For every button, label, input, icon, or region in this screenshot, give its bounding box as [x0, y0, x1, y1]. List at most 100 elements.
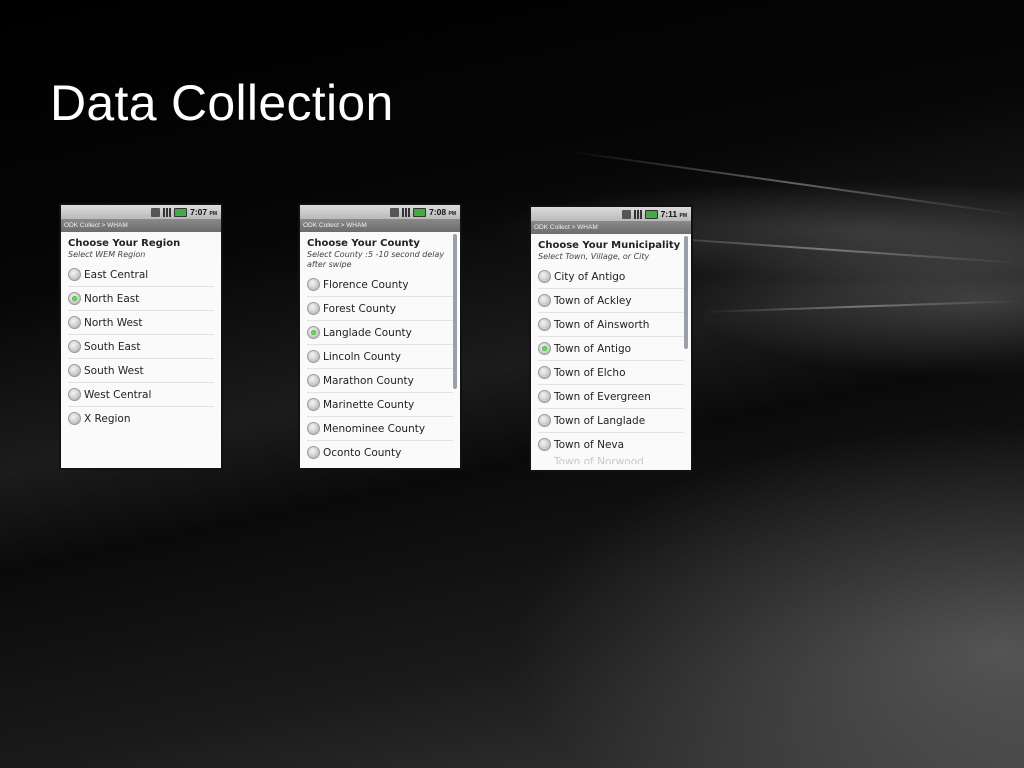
option-label: Town of Elcho	[554, 366, 626, 379]
radio-button[interactable]	[68, 364, 81, 377]
slide-title: Data Collection	[50, 75, 394, 131]
app-title-bar: ODK Collect > WHAM	[300, 219, 460, 232]
form-content: Choose Your Region Select WEM Region Eas…	[61, 232, 221, 430]
option-label: Florence County	[323, 278, 409, 291]
question-hint: Select Town, Village, or City	[538, 252, 650, 261]
option-label: North East	[84, 292, 140, 305]
radio-button[interactable]	[538, 366, 551, 379]
radio-button-selected[interactable]	[307, 326, 320, 339]
radio-button[interactable]	[307, 422, 320, 435]
option-label: Marinette County	[323, 398, 415, 411]
option-x-region[interactable]: X Region	[68, 407, 214, 430]
radio-button[interactable]	[538, 294, 551, 307]
option-florence-county[interactable]: Florence County	[307, 273, 453, 297]
phone-screen-region: 7:07 PM ODK Collect > WHAM Choose Your R…	[61, 205, 221, 468]
question-title: Choose Your County	[307, 238, 420, 249]
battery-icon	[413, 207, 427, 217]
form-content: Choose Your County Select County :5 -10 …	[300, 232, 460, 464]
option-marathon-county[interactable]: Marathon County	[307, 369, 453, 393]
option-label: Langlade County	[323, 326, 412, 339]
option-label: X Region	[84, 412, 131, 425]
radio-button[interactable]	[307, 398, 320, 411]
phone-screen-county: 7:08 PM ODK Collect > WHAM Choose Your C…	[300, 205, 460, 468]
radio-button[interactable]	[68, 412, 81, 425]
option-label: Town of Neva	[554, 438, 625, 451]
option-label: Forest County	[323, 302, 396, 315]
radio-button[interactable]	[307, 446, 320, 459]
option-label: Marathon County	[323, 374, 414, 387]
option-east-central[interactable]: East Central	[68, 263, 214, 287]
option-town-of-ackley[interactable]: Town of Ackley	[538, 289, 684, 313]
signal-icon	[163, 207, 172, 217]
question-hint: Select County :5 -10 second delay after …	[307, 250, 445, 269]
option-label: South West	[84, 364, 144, 377]
scrollbar[interactable]	[453, 234, 457, 389]
option-langlade-county[interactable]: Langlade County	[307, 321, 453, 345]
status-bar: 7:07 PM	[61, 205, 221, 219]
option-north-east[interactable]: North East	[68, 287, 214, 311]
sd-card-icon	[151, 207, 161, 217]
status-time: 7:11 PM	[660, 209, 687, 219]
option-label: Town of Ackley	[554, 294, 632, 307]
option-label: City of Antigo	[554, 270, 626, 283]
option-label: East Central	[84, 268, 149, 281]
option-south-west[interactable]: South West	[68, 359, 214, 383]
option-north-west[interactable]: North West	[68, 311, 214, 335]
option-west-central[interactable]: West Central	[68, 383, 214, 407]
radio-button[interactable]	[538, 438, 551, 451]
option-town-of-neva[interactable]: Town of Neva	[538, 433, 684, 456]
radio-button-selected[interactable]	[538, 342, 551, 355]
form-content: Choose Your Municipality Select Town, Vi…	[531, 234, 691, 464]
option-label: West Central	[84, 388, 152, 401]
signal-icon	[402, 207, 411, 217]
option-menominee-county[interactable]: Menominee County	[307, 417, 453, 441]
option-town-of-ainsworth[interactable]: Town of Ainsworth	[538, 313, 684, 337]
option-label: North West	[84, 316, 143, 329]
radio-button[interactable]	[307, 350, 320, 363]
option-label: Town of Ainsworth	[554, 318, 650, 331]
status-bar: 7:08 PM	[300, 205, 460, 219]
radio-button[interactable]	[538, 390, 551, 403]
radio-button[interactable]	[538, 270, 551, 283]
question-title: Choose Your Region	[68, 238, 181, 249]
option-marinette-county[interactable]: Marinette County	[307, 393, 453, 417]
option-oconto-county[interactable]: Oconto County	[307, 441, 453, 464]
radio-button[interactable]	[307, 302, 320, 315]
app-title-bar: ODK Collect > WHAM	[531, 221, 691, 234]
sd-card-icon	[390, 207, 400, 217]
question-title: Choose Your Municipality	[538, 240, 681, 251]
radio-button[interactable]	[68, 316, 81, 329]
battery-icon	[174, 207, 188, 217]
radio-button[interactable]	[68, 268, 81, 281]
option-label: Town of Antigo	[554, 342, 632, 355]
radio-button-selected[interactable]	[68, 292, 81, 305]
option-label: Town of Langlade	[554, 414, 646, 427]
option-forest-county[interactable]: Forest County	[307, 297, 453, 321]
sd-card-icon	[621, 209, 631, 219]
radio-button[interactable]	[307, 278, 320, 291]
option-partially-visible[interactable]: Town of Norwood	[538, 456, 684, 464]
option-label: Menominee County	[323, 422, 426, 435]
radio-button[interactable]	[538, 414, 551, 427]
question-hint: Select WEM Region	[68, 250, 146, 259]
option-lincoln-county[interactable]: Lincoln County	[307, 345, 453, 369]
option-label: South East	[84, 340, 141, 353]
phone-screen-municipality: 7:11 PM ODK Collect > WHAM Choose Your M…	[531, 207, 691, 470]
option-town-of-langlade[interactable]: Town of Langlade	[538, 409, 684, 433]
radio-button[interactable]	[538, 318, 551, 331]
status-bar: 7:11 PM	[531, 207, 691, 221]
option-town-of-evergreen[interactable]: Town of Evergreen	[538, 385, 684, 409]
scrollbar[interactable]	[684, 236, 688, 349]
radio-button[interactable]	[68, 388, 81, 401]
option-label: Town of Evergreen	[554, 390, 651, 403]
option-south-east[interactable]: South East	[68, 335, 214, 359]
option-city-of-antigo[interactable]: City of Antigo	[538, 265, 684, 289]
radio-button[interactable]	[307, 374, 320, 387]
battery-icon	[644, 209, 658, 219]
option-town-of-elcho[interactable]: Town of Elcho	[538, 361, 684, 385]
option-label: Oconto County	[323, 446, 402, 459]
radio-button[interactable]	[68, 340, 81, 353]
option-town-of-antigo[interactable]: Town of Antigo	[538, 337, 684, 361]
signal-icon	[633, 209, 642, 219]
app-title-bar: ODK Collect > WHAM	[61, 219, 221, 232]
